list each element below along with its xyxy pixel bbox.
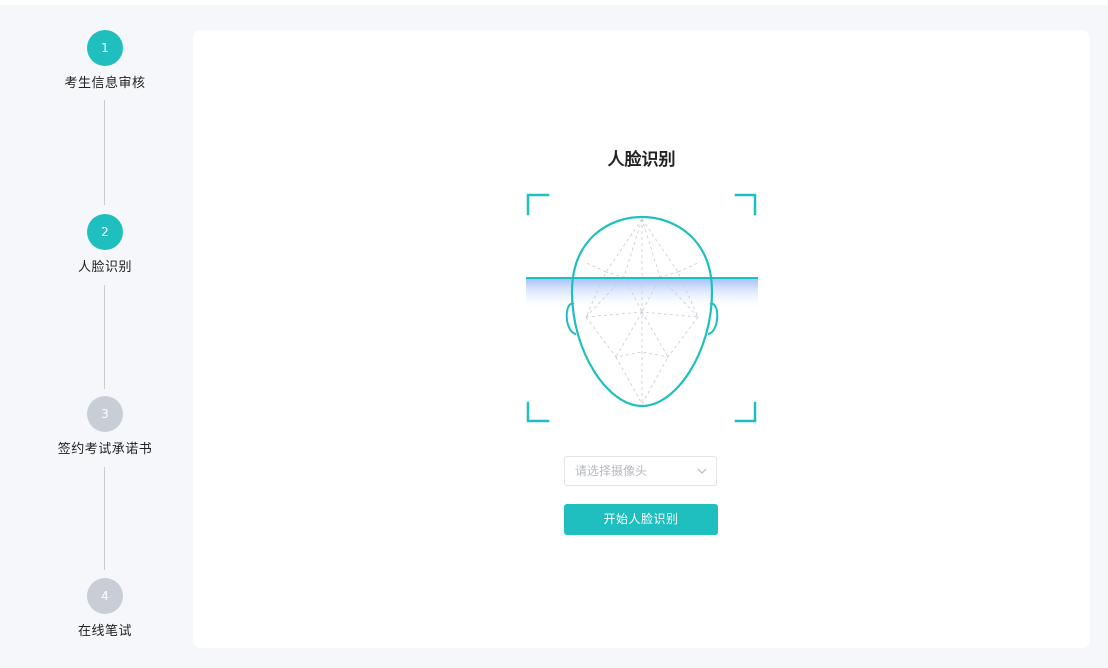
progress-stepper: 1 考生信息审核 2 人脸识别 3 签约考试承诺书 4 在线笔试	[40, 5, 170, 668]
face-scan-icon	[526, 192, 758, 424]
step-connector-2	[104, 285, 105, 389]
step-3-badge: 3	[87, 396, 123, 432]
chevron-down-icon	[696, 457, 708, 485]
camera-select[interactable]: 请选择摄像头	[564, 456, 717, 486]
step-1-badge: 1	[87, 30, 123, 66]
step-3-label: 签约考试承诺书	[57, 442, 153, 457]
step-4-badge: 4	[87, 578, 123, 614]
step-3: 3 签约考试承诺书	[40, 396, 170, 457]
step-1: 1 考生信息审核	[40, 30, 170, 91]
step-connector-3	[104, 467, 105, 570]
step-4-label: 在线笔试	[77, 624, 132, 639]
step-2-badge: 2	[87, 214, 123, 250]
step-2: 2 人脸识别	[40, 214, 170, 275]
page-title: 人脸识别	[607, 150, 676, 170]
start-face-recognition-button[interactable]: 开始人脸识别	[564, 504, 718, 535]
step-1-label: 考生信息审核	[64, 76, 146, 91]
step-2-label: 人脸识别	[77, 260, 132, 275]
step-4: 4 在线笔试	[40, 578, 170, 639]
camera-select-placeholder: 请选择摄像头	[575, 464, 648, 478]
